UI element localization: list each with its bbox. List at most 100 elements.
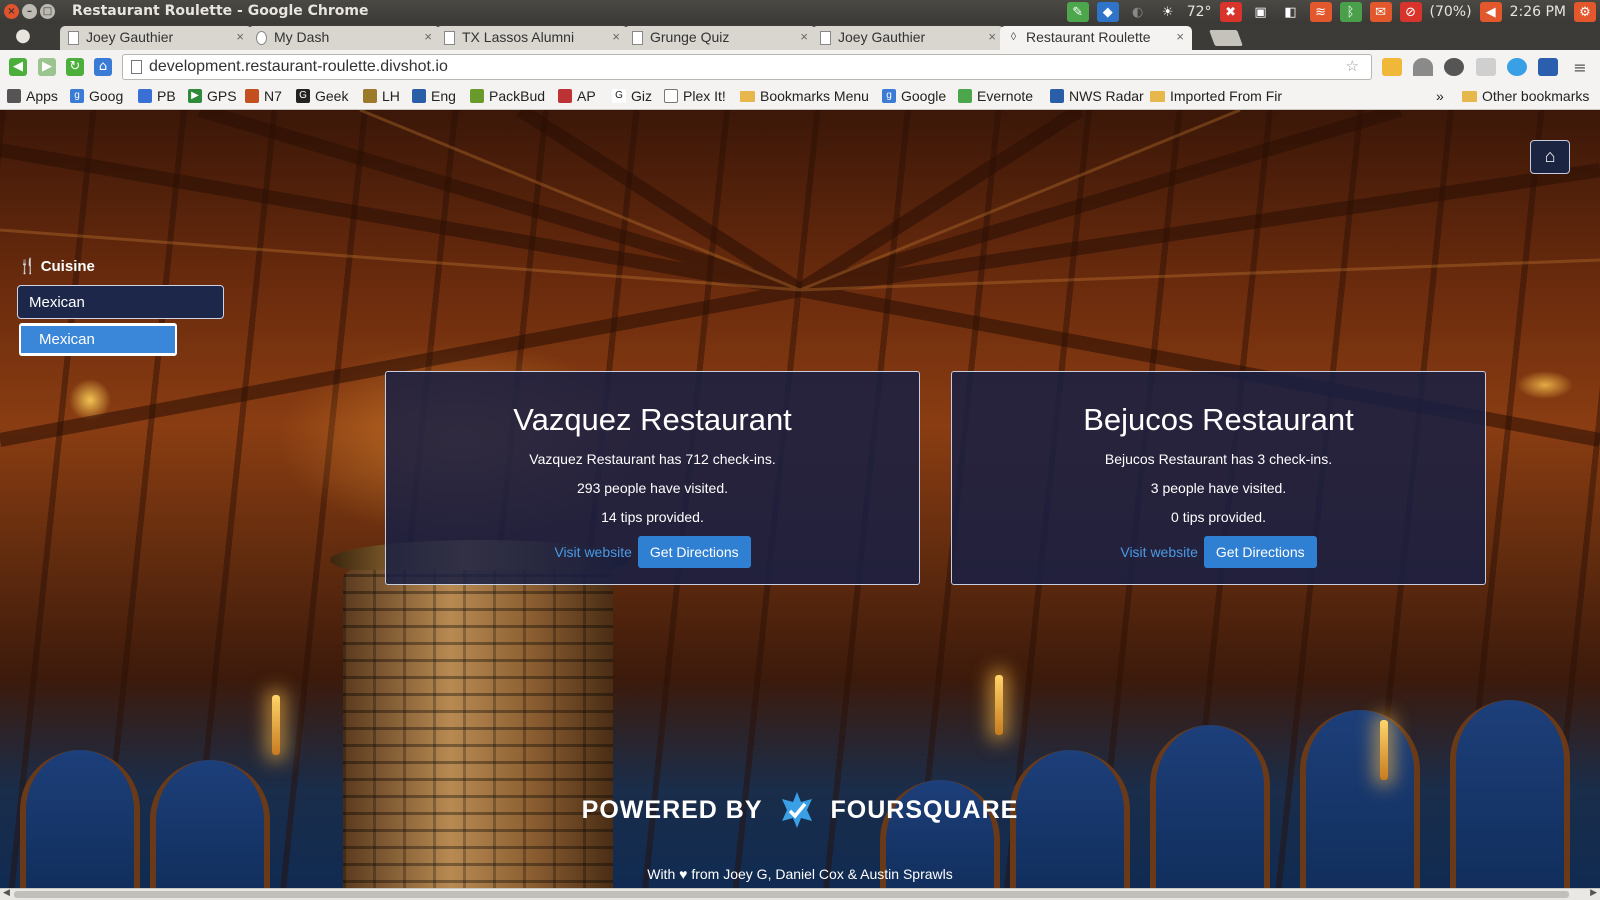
restaurant-name: Vazquez Restaurant [513,402,792,437]
sync-tray-icon[interactable]: ◐ [1127,2,1149,22]
restaurant-tips: 14 tips provided. [601,509,704,525]
tab-close-icon[interactable]: × [1176,29,1184,44]
get-directions-button[interactable]: Get Directions [1203,536,1317,568]
tab-joey-gauthier-2[interactable]: Joey Gauthier × [812,26,1004,50]
window-close-button[interactable]: × [4,4,19,19]
restaurant-name: Bejucos Restaurant [1083,402,1354,437]
xda-icon [245,89,259,103]
wifi-icon[interactable]: ≋ [1309,2,1332,22]
bookmark-goog[interactable]: g Goog [70,88,123,104]
download-icon[interactable] [1413,58,1433,76]
visit-website-link[interactable]: Visit website [1120,544,1198,560]
home-button[interactable]: ⌂ [1530,140,1570,174]
google-icon: g [882,89,896,103]
visit-website-link[interactable]: Visit website [554,544,632,560]
cuisine-autocomplete-dropdown: Mexican [19,323,177,356]
bookmark-evernote[interactable]: Evernote [958,88,1033,104]
dropbox-tray-icon[interactable]: ◆ [1096,2,1119,22]
battery-percentage[interactable]: (70%) [1430,4,1472,20]
home-icon[interactable]: ⌂ [94,58,112,76]
bookmark-bookmarks-menu[interactable]: Bookmarks Menu [740,88,869,104]
forward-arrow-icon[interactable]: ▶ [38,58,56,76]
extension-bookmark-icon[interactable] [1382,58,1402,76]
tab-joey-gauthier[interactable]: Joey Gauthier × [60,26,252,50]
settings-gear-icon[interactable]: ⚙ [1574,2,1596,22]
powered-by-foursquare[interactable]: POWERED BY FOURSQUARE [0,790,1600,830]
bookmark-ap[interactable]: AP [558,88,596,104]
window-minimize-button[interactable]: – [22,4,37,19]
folder-icon [1462,90,1477,102]
bookmark-eng[interactable]: Eng [412,88,456,104]
hangouts-icon[interactable] [1444,58,1464,76]
horizontal-scrollbar[interactable]: ◀ ▶ [0,888,1600,900]
restaurant-visitors: 3 people have visited. [1150,480,1287,496]
cast-icon[interactable] [1476,58,1496,76]
get-directions-button[interactable]: Get Directions [637,536,751,568]
bookmark-nws-radar[interactable]: NWS Radar [1050,88,1144,104]
evernote-tray-icon[interactable]: ✎ [1066,2,1089,22]
tab-my-dash[interactable]: My Dash × [248,26,440,50]
chrome-menu-icon[interactable]: ≡ [1570,58,1590,77]
bookmark-apps[interactable]: Apps [7,88,58,104]
toggle-tray-icon[interactable]: ◧ [1280,2,1302,22]
browser-tab-strip: ● Joey Gauthier × My Dash × TX Lassos Al… [0,24,1600,50]
play-store-icon: ▶ [188,89,202,103]
tab-tx-lassos-alumni[interactable]: TX Lassos Alumni × [436,26,628,50]
bookmarks-overflow-chevron-icon[interactable]: » [1436,88,1444,104]
mail-icon[interactable]: ✉ [1369,2,1392,22]
bookmark-plex-it[interactable]: Plex It! [664,88,726,104]
loading-favicon-icon: ◊ [1010,31,1017,43]
tab-close-icon[interactable]: × [236,29,244,44]
bookmark-giz[interactable]: G Giz [612,88,652,104]
battery-icon[interactable]: ⊘ [1399,2,1422,22]
bookmark-other-bookmarks[interactable]: Other bookmarks [1462,88,1589,104]
tab-close-icon[interactable]: × [612,29,620,44]
scrollbar-thumb[interactable] [14,891,1569,898]
bookmark-star-icon[interactable]: ☆ [1346,57,1359,75]
window-maximize-button[interactable]: □ [40,4,55,19]
screen-icon[interactable] [1538,58,1558,76]
bookmark-imported[interactable]: Imported From Fir [1150,88,1282,104]
globe-icon[interactable] [1507,58,1527,76]
bookmark-gps[interactable]: ▶ GPS [188,88,237,104]
bookmark-pb[interactable]: PB [138,88,176,104]
volume-icon[interactable]: ◀ [1479,2,1502,22]
bookmark-lh[interactable]: LH [363,88,400,104]
weather-temperature[interactable]: 72° [1187,4,1212,20]
nws-icon [1050,89,1064,103]
google-icon: g [70,89,84,103]
scroll-right-arrow-icon[interactable]: ▶ [1590,888,1597,898]
clock[interactable]: 2:26 PM [1510,4,1566,20]
bluetooth-icon[interactable]: ᛒ [1339,2,1362,22]
apps-grid-icon [7,89,21,103]
bookmark-n7[interactable]: N7 [245,88,282,104]
background-stone-pillar [343,570,613,900]
restaurant-card: Vazquez Restaurant Vazquez Restaurant ha… [385,371,920,585]
tab-close-icon[interactable]: × [424,29,432,44]
bookmark-google[interactable]: g Google [882,88,946,104]
tab-close-icon[interactable]: × [988,29,996,44]
tab-restaurant-roulette[interactable]: ◊ Restaurant Roulette × [1000,26,1192,50]
autocomplete-option[interactable]: Mexican [21,326,175,353]
packbud-icon [470,89,484,103]
bookmark-geek[interactable]: G Geek [296,88,348,104]
tab-close-icon[interactable]: × [800,29,808,44]
scroll-left-arrow-icon[interactable]: ◀ [3,888,10,898]
back-arrow-icon[interactable]: ◀ [9,58,27,76]
dash-favicon-icon [256,31,267,45]
tab-label: TX Lassos Alumni [462,29,575,45]
clipboard-tray-icon[interactable]: ▣ [1250,2,1272,22]
restaurant-tips: 0 tips provided. [1171,509,1266,525]
page-info-icon[interactable] [131,60,142,74]
geek-icon: G [296,89,310,103]
tab-label: My Dash [274,29,330,45]
cuisine-input[interactable] [17,285,224,319]
chrome-profile-icon[interactable]: ● [12,25,34,49]
red-x-tray-icon[interactable]: ✖ [1219,2,1242,22]
new-tab-button[interactable] [1209,30,1243,46]
address-bar[interactable]: development.restaurant-roulette.divshot.… [122,54,1372,80]
reload-icon[interactable]: ↻ [66,58,84,76]
bookmark-packbud[interactable]: PackBud [470,88,545,104]
weather-sun-icon[interactable]: ☀ [1157,2,1179,22]
tab-grunge-quiz[interactable]: Grunge Quiz × [624,26,816,50]
